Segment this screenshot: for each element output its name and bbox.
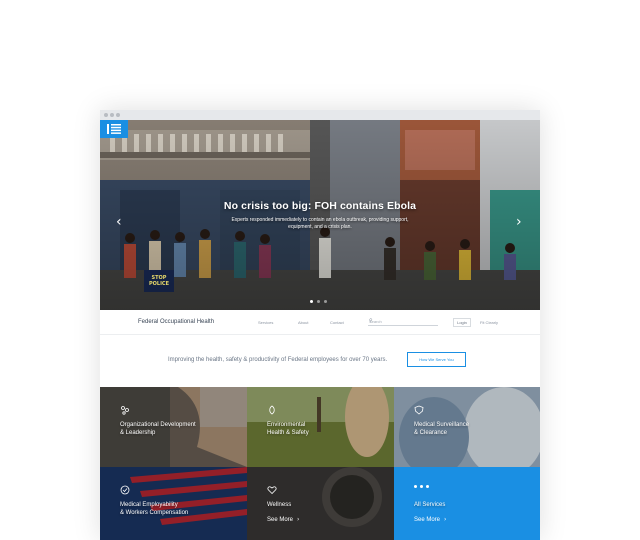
tile-label: Organizational Development & Leadership [120, 422, 196, 436]
carousel-dot[interactable] [324, 300, 327, 303]
check-circle-icon [120, 485, 130, 495]
tagline-text: Improving the health, safety & productiv… [168, 357, 388, 363]
chevron-right-icon: › [516, 214, 522, 230]
chevron-right-icon: › [444, 516, 447, 523]
menu-icon [107, 124, 121, 134]
hero-sign: STOP POLICE [148, 275, 170, 287]
tile-label: Environmental Health & Safety [267, 422, 309, 436]
tile-label: Medical Surveillance & Clearance [414, 422, 470, 436]
dots-icon [414, 485, 434, 495]
main-nav: Federal Occupational Health Services Abo… [100, 310, 540, 335]
window-dot [110, 113, 114, 117]
carousel-next-button[interactable]: › [516, 214, 522, 230]
see-more-link[interactable]: See More › [414, 516, 446, 523]
tile-label: Medical Employability & Workers Compensa… [120, 502, 189, 516]
tile-label: All Services [414, 502, 446, 508]
hero-carousel: STOP POLICE No crisis too big: FOH conta… [100, 120, 540, 320]
search-input[interactable]: Search ⚲ [368, 318, 438, 326]
tile-label: Wellness [267, 502, 292, 508]
carousel-dot[interactable] [317, 300, 320, 303]
nav-services[interactable]: Services [258, 320, 273, 325]
chevron-left-icon: ‹ [116, 214, 122, 230]
heart-icon [267, 486, 277, 495]
window-dot [104, 113, 108, 117]
tile-environmental-health[interactable]: Environmental Health & Safety [247, 387, 394, 467]
see-more-link[interactable]: See More › [267, 516, 299, 523]
carousel-indicators [310, 300, 327, 303]
tile-all-services[interactable]: All Services See More › [394, 467, 540, 540]
login-button[interactable]: Login [453, 318, 471, 327]
hero-subtitle: Experts responded immediately to contain… [231, 217, 409, 230]
window-dot [116, 113, 120, 117]
tagline-band: Improving the health, safety & productiv… [100, 335, 540, 387]
shield-icon [414, 405, 424, 415]
window-chrome [100, 110, 540, 120]
tile-organizational-development[interactable]: Organizational Development & Leadership [100, 387, 247, 467]
hero-caption: No crisis too big: FOH contains Ebola Ex… [210, 200, 430, 231]
search-icon[interactable]: ⚲ [369, 318, 437, 324]
carousel-dot[interactable] [310, 300, 313, 303]
browser-window: STOP POLICE No crisis too big: FOH conta… [100, 110, 540, 540]
tile-wellness[interactable]: Wellness See More › [247, 467, 394, 540]
signup-link[interactable]: Fit Clearly [480, 320, 498, 325]
how-we-serve-button[interactable]: How We Serve You [407, 352, 466, 367]
carousel-prev-button[interactable]: ‹ [116, 214, 122, 230]
hero-title: No crisis too big: FOH contains Ebola [223, 200, 417, 212]
people-icon [121, 406, 129, 415]
nav-contact[interactable]: Contact [330, 320, 344, 325]
chevron-right-icon: › [297, 516, 300, 523]
leaf-icon [269, 405, 275, 415]
nav-about[interactable]: About [298, 320, 308, 325]
tile-medical-employability[interactable]: Medical Employability & Workers Compensa… [100, 467, 247, 540]
menu-button[interactable] [100, 120, 128, 138]
tile-medical-surveillance[interactable]: Medical Surveillance & Clearance [394, 387, 540, 467]
site-brand[interactable]: Federal Occupational Health [138, 319, 214, 325]
